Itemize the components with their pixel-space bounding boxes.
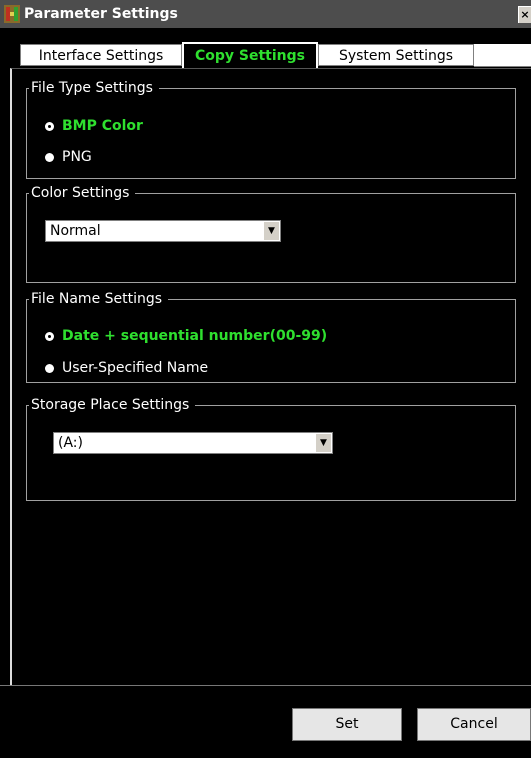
radio-label: Date + sequential number(00-99) bbox=[62, 328, 328, 344]
file-type-group-title: File Type Settings bbox=[29, 79, 159, 97]
radio-bmp-color[interactable]: BMP Color bbox=[45, 116, 143, 136]
close-icon: × bbox=[520, 8, 530, 21]
tab-label: Interface Settings bbox=[38, 48, 164, 64]
radio-label: User-Specified Name bbox=[62, 360, 209, 376]
radio-user-specified[interactable]: User-Specified Name bbox=[45, 358, 208, 378]
storage-group: Storage Place Settings (A:) ▼ bbox=[26, 396, 516, 501]
tab-copy-settings[interactable]: Copy Settings bbox=[182, 42, 318, 68]
radio-label: PNG bbox=[62, 149, 92, 165]
color-group: Color Settings Normal ▼ bbox=[26, 184, 516, 283]
chevron-down-icon[interactable]: ▼ bbox=[263, 222, 279, 240]
tab-label: Copy Settings bbox=[195, 48, 305, 64]
color-select[interactable]: Normal ▼ bbox=[45, 220, 281, 242]
tab-label: System Settings bbox=[338, 48, 454, 64]
tab-interface-settings[interactable]: Interface Settings bbox=[20, 44, 182, 66]
radio-checked-icon bbox=[45, 121, 54, 131]
storage-select-value: (A:) bbox=[58, 435, 83, 451]
chevron-down-icon[interactable]: ▼ bbox=[315, 434, 331, 452]
radio-label: BMP Color bbox=[62, 118, 143, 134]
cancel-button[interactable]: Cancel bbox=[417, 708, 531, 741]
radio-checked-icon bbox=[45, 331, 54, 341]
radio-unchecked-icon bbox=[45, 152, 54, 162]
storage-select[interactable]: (A:) ▼ bbox=[53, 432, 333, 454]
color-select-value: Normal bbox=[50, 223, 101, 239]
tab-system-settings[interactable]: System Settings bbox=[318, 44, 474, 66]
window-title: Parameter Settings bbox=[24, 6, 178, 22]
storage-group-title: Storage Place Settings bbox=[29, 396, 196, 414]
radio-png[interactable]: PNG bbox=[45, 147, 92, 167]
set-button-label: Set bbox=[335, 716, 359, 732]
cancel-button-label: Cancel bbox=[450, 716, 498, 732]
close-button[interactable]: × bbox=[518, 6, 531, 23]
set-button[interactable]: Set bbox=[292, 708, 402, 741]
color-group-title: Color Settings bbox=[29, 184, 136, 202]
radio-unchecked-icon bbox=[45, 363, 54, 373]
tab-strip-filler bbox=[474, 44, 531, 67]
file-name-group-title: File Name Settings bbox=[29, 290, 169, 308]
app-icon bbox=[4, 5, 20, 23]
title-bar[interactable]: Parameter Settings × bbox=[0, 0, 531, 28]
parameter-settings-window: Parameter Settings × Interface Settings … bbox=[0, 0, 531, 758]
radio-date-sequential[interactable]: Date + sequential number(00-99) bbox=[45, 326, 327, 346]
file-name-group: File Name Settings Date + sequential num… bbox=[26, 290, 516, 383]
file-type-group: File Type Settings BMP Color PNG bbox=[26, 79, 516, 179]
